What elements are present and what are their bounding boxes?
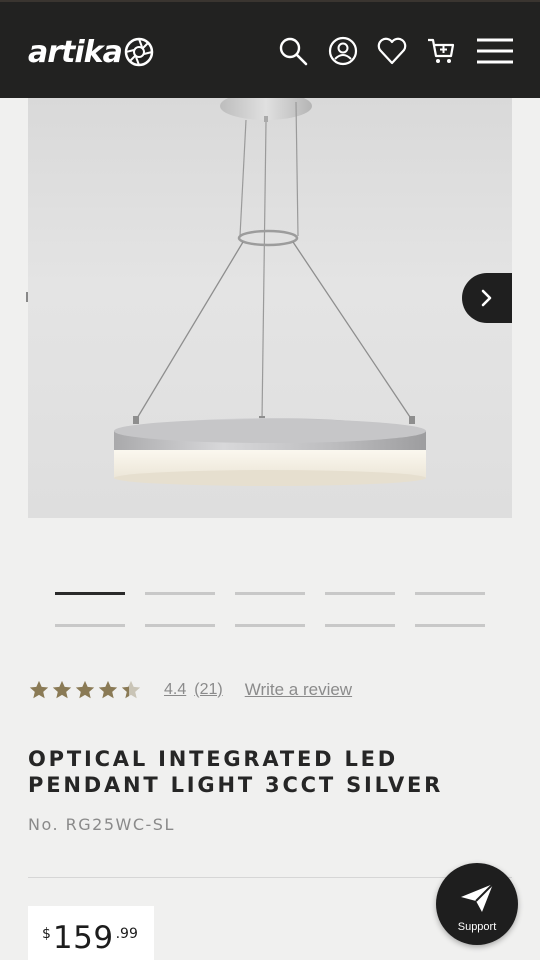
chevron-right-icon xyxy=(481,289,492,307)
star-icon xyxy=(52,680,72,699)
support-label: Support xyxy=(457,921,497,933)
star-half-icon xyxy=(121,680,141,699)
thumbnail-indicator[interactable] xyxy=(325,592,395,595)
cart-icon[interactable] xyxy=(424,34,458,68)
star-icon xyxy=(75,680,95,699)
artika-logo[interactable]: artika xyxy=(28,32,154,72)
price-currency: $ xyxy=(42,926,51,942)
thumbnail-indicator[interactable] xyxy=(55,592,125,595)
logo-aperture-icon xyxy=(124,37,154,67)
price-cents: .99 xyxy=(115,926,138,942)
paper-plane-icon xyxy=(461,883,494,912)
star-rating xyxy=(28,679,142,701)
thumbnail-indicator[interactable] xyxy=(235,592,305,595)
product-rating: 4.4 (21) Write a review xyxy=(28,678,352,702)
thumbnail-indicator[interactable] xyxy=(55,624,125,627)
support-chat-button[interactable]: Support xyxy=(436,863,518,945)
rating-value[interactable]: 4.4 xyxy=(164,681,186,699)
account-icon[interactable] xyxy=(326,34,360,68)
thumbnail-indicator[interactable] xyxy=(325,624,395,627)
section-divider xyxy=(28,877,512,878)
wishlist-icon[interactable] xyxy=(375,34,409,68)
thumbnail-indicator[interactable] xyxy=(415,624,485,627)
price-main: 159 xyxy=(52,920,114,956)
search-icon[interactable] xyxy=(276,34,310,68)
star-icon xyxy=(29,680,49,699)
product-sku: No. RG25WC-SL xyxy=(28,815,175,834)
menu-icon[interactable] xyxy=(475,34,515,68)
price-box: $ 159 .99 xyxy=(28,906,154,960)
star-icon xyxy=(98,680,118,699)
review-count-link[interactable]: (21) xyxy=(194,681,222,699)
logo-wordmark: artika xyxy=(28,34,123,70)
thumbnail-indicator[interactable] xyxy=(415,592,485,595)
thumbnail-indicator[interactable] xyxy=(145,592,215,595)
write-review-link[interactable]: Write a review xyxy=(245,680,352,700)
product-title: OPTICAL INTEGRATED LED PENDANT LIGHT 3CC… xyxy=(28,747,444,797)
thumbnail-indicator[interactable] xyxy=(145,624,215,627)
product-image-gallery[interactable] xyxy=(28,98,512,518)
product-price: $ 159 .99 xyxy=(42,920,138,956)
gallery-next-button[interactable] xyxy=(462,273,512,323)
thumbnail-indicator[interactable] xyxy=(235,624,305,627)
top-navigation-bar: artika xyxy=(0,0,540,98)
pendant-light-photo xyxy=(114,98,426,486)
